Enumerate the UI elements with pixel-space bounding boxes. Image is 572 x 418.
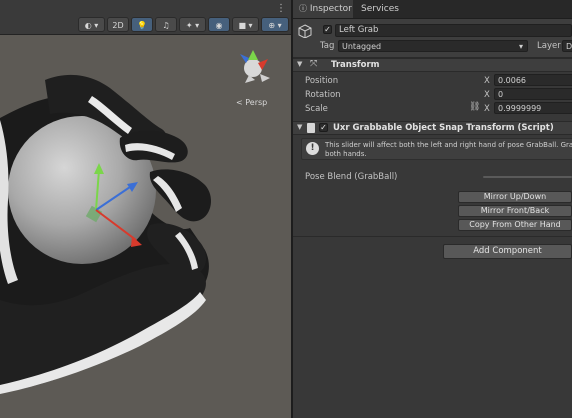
info-circle-icon: ! <box>306 142 319 155</box>
position-x-axis: X <box>484 76 490 86</box>
scene-render[interactable] <box>0 0 291 418</box>
layer-label: Layer <box>537 41 561 51</box>
pose-blend-slider[interactable] <box>483 176 572 178</box>
component-separator <box>293 236 572 237</box>
script-component-header[interactable]: ▼ ✓ Uxr Grabbable Object Snap Transform … <box>293 121 572 135</box>
tab-bar: ⓘ Inspector Services <box>293 0 572 19</box>
copy-from-other-hand-button[interactable]: Copy From Other Hand <box>458 219 572 231</box>
info-icon: ⓘ <box>299 4 307 13</box>
2d-toggle-button[interactable]: 2D <box>107 17 129 32</box>
object-header: ✓ Left Grab Tag Untagged ▾ Layer D <box>293 19 572 58</box>
transform-icon: ⤧ <box>310 59 318 69</box>
add-component-button[interactable]: Add Component <box>443 244 572 259</box>
foldout-arrow-icon: ▼ <box>297 60 303 68</box>
script-title: Uxr Grabbable Object Snap Transform (Scr… <box>333 123 554 133</box>
transform-header[interactable]: ▼ ⤧ Transform <box>293 58 572 72</box>
rotation-x-axis: X <box>484 90 490 100</box>
mirror-front-back-button[interactable]: Mirror Front/Back <box>458 205 572 217</box>
link-icon[interactable]: ⛓ <box>469 102 480 112</box>
tab-services[interactable]: Services <box>355 0 415 18</box>
audio-toggle-button[interactable]: ♫ <box>155 17 177 32</box>
script-enabled-checkbox[interactable]: ✓ <box>319 123 328 132</box>
object-name-field[interactable]: Left Grab <box>335 24 572 37</box>
tab-inspector[interactable]: ⓘ Inspector <box>293 0 353 18</box>
scene-view[interactable]: ◐ ▾ 2D 💡 ♫ ✦ ▾ ◉ ■ ▾ ⊕ ▾ ⋮ < Persp <box>0 0 291 418</box>
cube-icon <box>298 24 312 38</box>
lighting-toggle-button[interactable]: 💡 <box>131 17 153 32</box>
visibility-toggle-button[interactable]: ◉ <box>208 17 230 32</box>
scale-label: Scale <box>305 104 328 114</box>
inspector-panel: ⓘ Inspector Services ✓ Left Grab Tag Unt… <box>293 0 572 418</box>
tag-label: Tag <box>320 41 335 51</box>
active-checkbox[interactable]: ✓ <box>323 25 332 34</box>
foldout-arrow-icon: ▼ <box>297 123 303 131</box>
help-text-line1: This slider will affect both the left an… <box>325 141 572 149</box>
scale-x-axis: X <box>484 104 490 114</box>
chevron-down-icon: ▾ <box>518 42 523 51</box>
effects-button[interactable]: ✦ ▾ <box>179 17 206 32</box>
pose-blend-label: Pose Blend (GrabBall) <box>305 172 398 182</box>
mirror-up-down-button[interactable]: Mirror Up/Down <box>458 191 572 203</box>
projection-label[interactable]: < Persp <box>236 98 267 107</box>
position-label: Position <box>305 76 339 86</box>
camera-button[interactable]: ■ ▾ <box>232 17 259 32</box>
tab-services-label: Services <box>361 4 399 14</box>
help-box: ! This slider will affect both the left … <box>301 138 572 160</box>
help-text-line2: both hands. <box>325 150 367 158</box>
script-icon <box>307 123 315 133</box>
transform-title: Transform <box>331 60 380 70</box>
scene-menu-icon[interactable]: ⋮ <box>276 3 286 14</box>
tag-dropdown[interactable]: Untagged ▾ <box>338 40 528 52</box>
scale-x-field[interactable]: 0.9999999 <box>494 102 572 114</box>
layer-dropdown[interactable]: D <box>562 40 572 52</box>
rotation-x-field[interactable]: 0 <box>494 88 572 100</box>
shading-mode-button[interactable]: ◐ ▾ <box>78 17 105 32</box>
position-x-field[interactable]: 0.0066 <box>494 74 572 86</box>
scene-toolbar: ◐ ▾ 2D 💡 ♫ ✦ ▾ ◉ ■ ▾ ⊕ ▾ ⋮ <box>0 0 291 35</box>
tag-value: Untagged <box>342 42 382 51</box>
gizmos-button[interactable]: ⊕ ▾ <box>261 17 289 32</box>
rotation-label: Rotation <box>305 90 341 100</box>
layer-value: D <box>566 42 572 51</box>
tab-inspector-label: Inspector <box>309 4 352 14</box>
